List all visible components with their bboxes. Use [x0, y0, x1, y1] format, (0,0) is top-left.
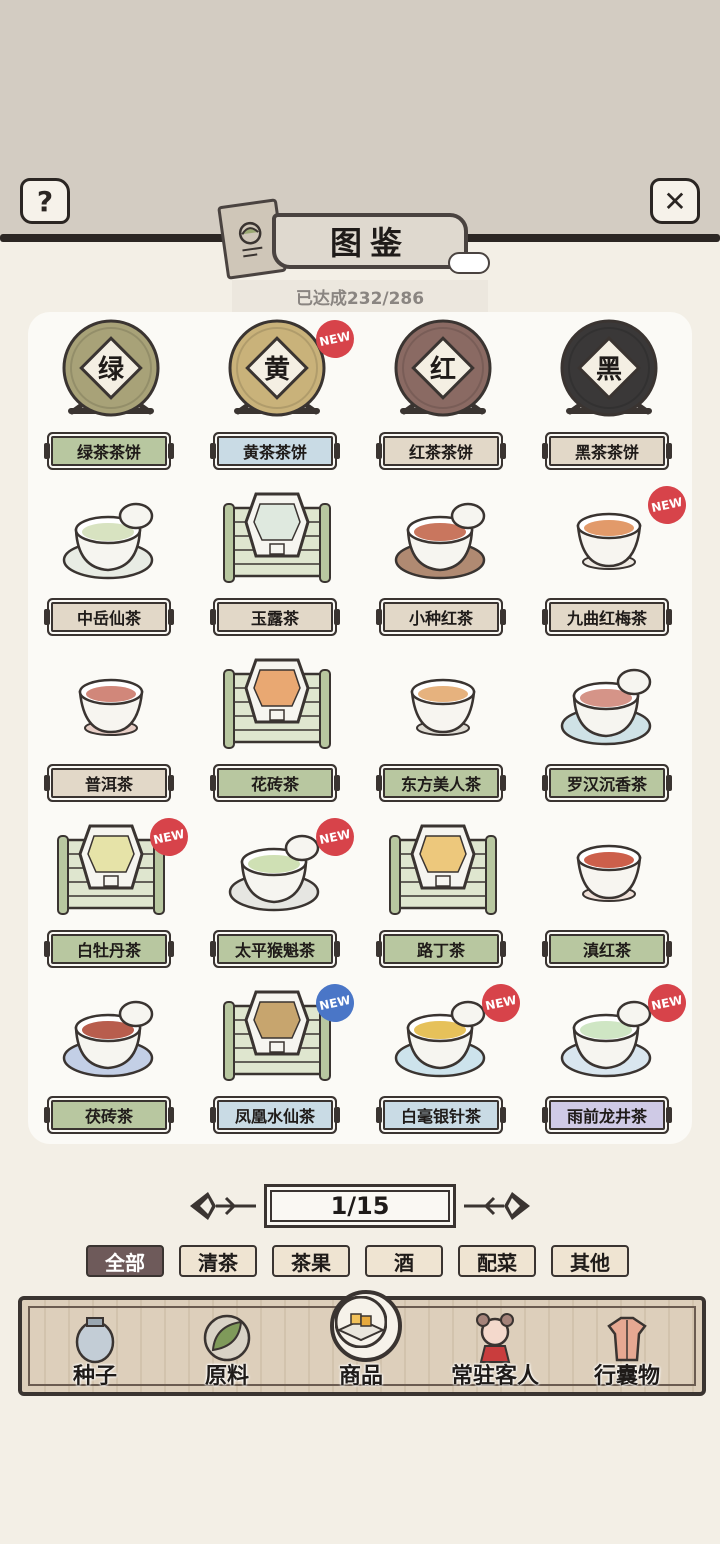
item-name: 黄茶茶饼 [210, 436, 340, 466]
svg-text:黄: 黄 [264, 355, 290, 385]
arrow-left-icon[interactable] [186, 1186, 258, 1226]
item-name: 普洱茶 [44, 768, 174, 798]
catalog-item[interactable]: 黄 NEW 黄茶茶饼 [194, 316, 360, 482]
catalog-item[interactable]: 花砖茶 [194, 648, 360, 814]
nav-tab[interactable]: 种子 [40, 1312, 150, 1392]
tea-cup-icon [28, 980, 194, 1098]
item-name: 凤凰水仙茶 [210, 1100, 340, 1130]
item-name: 茯砖茶 [44, 1100, 174, 1130]
tea-box-icon [360, 814, 526, 932]
tea-cup-icon [360, 482, 526, 600]
filter-tab[interactable]: 酒 [365, 1245, 443, 1277]
tea-cup-icon [360, 648, 526, 766]
catalog-item[interactable]: 罗汉沉香茶 [526, 648, 692, 814]
item-name: 东方美人茶 [376, 768, 506, 798]
svg-text:绿: 绿 [98, 355, 125, 385]
nav-label: 行囊物 [593, 1364, 660, 1389]
help-button[interactable]: ? [20, 178, 70, 224]
item-name: 滇红茶 [542, 934, 672, 964]
item-name: 玉露茶 [210, 602, 340, 632]
svg-text:黑: 黑 [596, 355, 622, 385]
seed-jar-icon [69, 1312, 121, 1364]
catalog-item[interactable]: NEW 白毫银针茶 [360, 980, 526, 1146]
filter-tab[interactable]: 茶果 [272, 1245, 350, 1277]
catalog-grid: 绿绿茶茶饼黄 NEW 黄茶茶饼红红茶茶饼黑黑茶茶饼 中岳仙茶 玉露茶 小种红茶 NEW 九曲红… [28, 312, 692, 1144]
nav-label: 常驻客人 [450, 1364, 539, 1389]
catalog-item[interactable]: 路丁茶 [360, 814, 526, 980]
collection-progress: 已达成232/286 [232, 280, 488, 312]
catalog-item[interactable]: NEW 雨前龙井茶 [526, 980, 692, 1146]
tea-cup-icon [28, 648, 194, 766]
catalog-item[interactable]: 红红茶茶饼 [360, 316, 526, 482]
tea-cup-icon [526, 814, 692, 932]
item-name: 红茶茶饼 [376, 436, 506, 466]
tea-box-icon [194, 648, 360, 766]
tea-cup-icon [526, 648, 692, 766]
tea-box-icon [194, 482, 360, 600]
item-name: 雨前龙井茶 [542, 1100, 672, 1130]
item-name: 绿茶茶饼 [44, 436, 174, 466]
item-name: 罗汉沉香茶 [542, 768, 672, 798]
catalog-item[interactable]: 黑黑茶茶饼 [526, 316, 692, 482]
close-button[interactable]: ✕ [650, 178, 700, 224]
tea-cake-icon: 黑 [526, 316, 692, 434]
item-name: 花砖茶 [210, 768, 340, 798]
catalog-panel: 绿绿茶茶饼黄 NEW 黄茶茶饼红红茶茶饼黑黑茶茶饼 中岳仙茶 玉露茶 小种红茶 NEW 九曲红… [28, 312, 692, 1144]
category-filters: 全部 清茶 茶果酒配菜 其他 [86, 1245, 634, 1279]
catalog-item[interactable]: NEW 凤凰水仙茶 [194, 980, 360, 1146]
catalog-item[interactable]: 茯砖茶 [28, 980, 194, 1146]
catalog-item[interactable]: 小种红茶 [360, 482, 526, 648]
catalog-item[interactable]: NEW 太平猴魁茶 [194, 814, 360, 980]
cloud-decoration-icon [448, 252, 490, 274]
filter-tab[interactable]: 清茶 [179, 1245, 257, 1277]
catalog-item[interactable]: 绿绿茶茶饼 [28, 316, 194, 482]
filter-tab[interactable]: 其他 [551, 1245, 629, 1277]
catalog-item[interactable]: 玉露茶 [194, 482, 360, 648]
nav-label: 原料 [204, 1364, 249, 1389]
top-background [0, 0, 720, 238]
page-indicator: 1/15 [264, 1184, 456, 1228]
catalog-item[interactable]: 中岳仙茶 [28, 482, 194, 648]
page-title: 图鉴 [272, 213, 468, 269]
item-name: 小种红茶 [376, 602, 506, 632]
item-name: 黑茶茶饼 [542, 436, 672, 466]
question-mark-icon: ? [36, 184, 54, 218]
filter-tab[interactable]: 配菜 [458, 1245, 536, 1277]
close-x-icon: ✕ [663, 184, 687, 218]
goods-plate-icon [334, 1295, 388, 1349]
svg-text:红: 红 [430, 354, 456, 385]
item-name: 白牡丹茶 [44, 934, 174, 964]
guest-girl-icon [469, 1312, 521, 1364]
tea-cup-icon [28, 482, 194, 600]
arrow-right-icon[interactable] [462, 1186, 534, 1226]
item-name: 中岳仙茶 [44, 602, 174, 632]
catalog-item[interactable]: NEW 九曲红梅茶 [526, 482, 692, 648]
catalog-item[interactable]: 滇红茶 [526, 814, 692, 980]
nav-tab[interactable]: 原料 [172, 1312, 282, 1392]
nav-label: 种子 [72, 1364, 117, 1389]
nav-tab[interactable]: 行囊物 [572, 1312, 682, 1392]
nav-label: 商品 [338, 1364, 383, 1389]
catalog-item[interactable]: NEW 白牡丹茶 [28, 814, 194, 980]
nav-tab[interactable]: 常驻客人 [440, 1312, 550, 1392]
filter-tab[interactable]: 全部 [86, 1245, 164, 1277]
robe-icon [601, 1312, 653, 1364]
pagination: 1/15 [186, 1180, 534, 1232]
item-name: 九曲红梅茶 [542, 602, 672, 632]
catalog-item[interactable]: 普洱茶 [28, 648, 194, 814]
tea-cake-icon: 红 [360, 316, 526, 434]
nav-tab[interactable]: 商品 [306, 1295, 416, 1389]
item-name: 路丁茶 [376, 934, 506, 964]
catalog-item[interactable]: 东方美人茶 [360, 648, 526, 814]
leaf-icon [201, 1312, 253, 1364]
tea-cake-icon: 绿 [28, 316, 194, 434]
item-name: 太平猴魁茶 [210, 934, 340, 964]
item-name: 白毫银针茶 [376, 1100, 506, 1130]
